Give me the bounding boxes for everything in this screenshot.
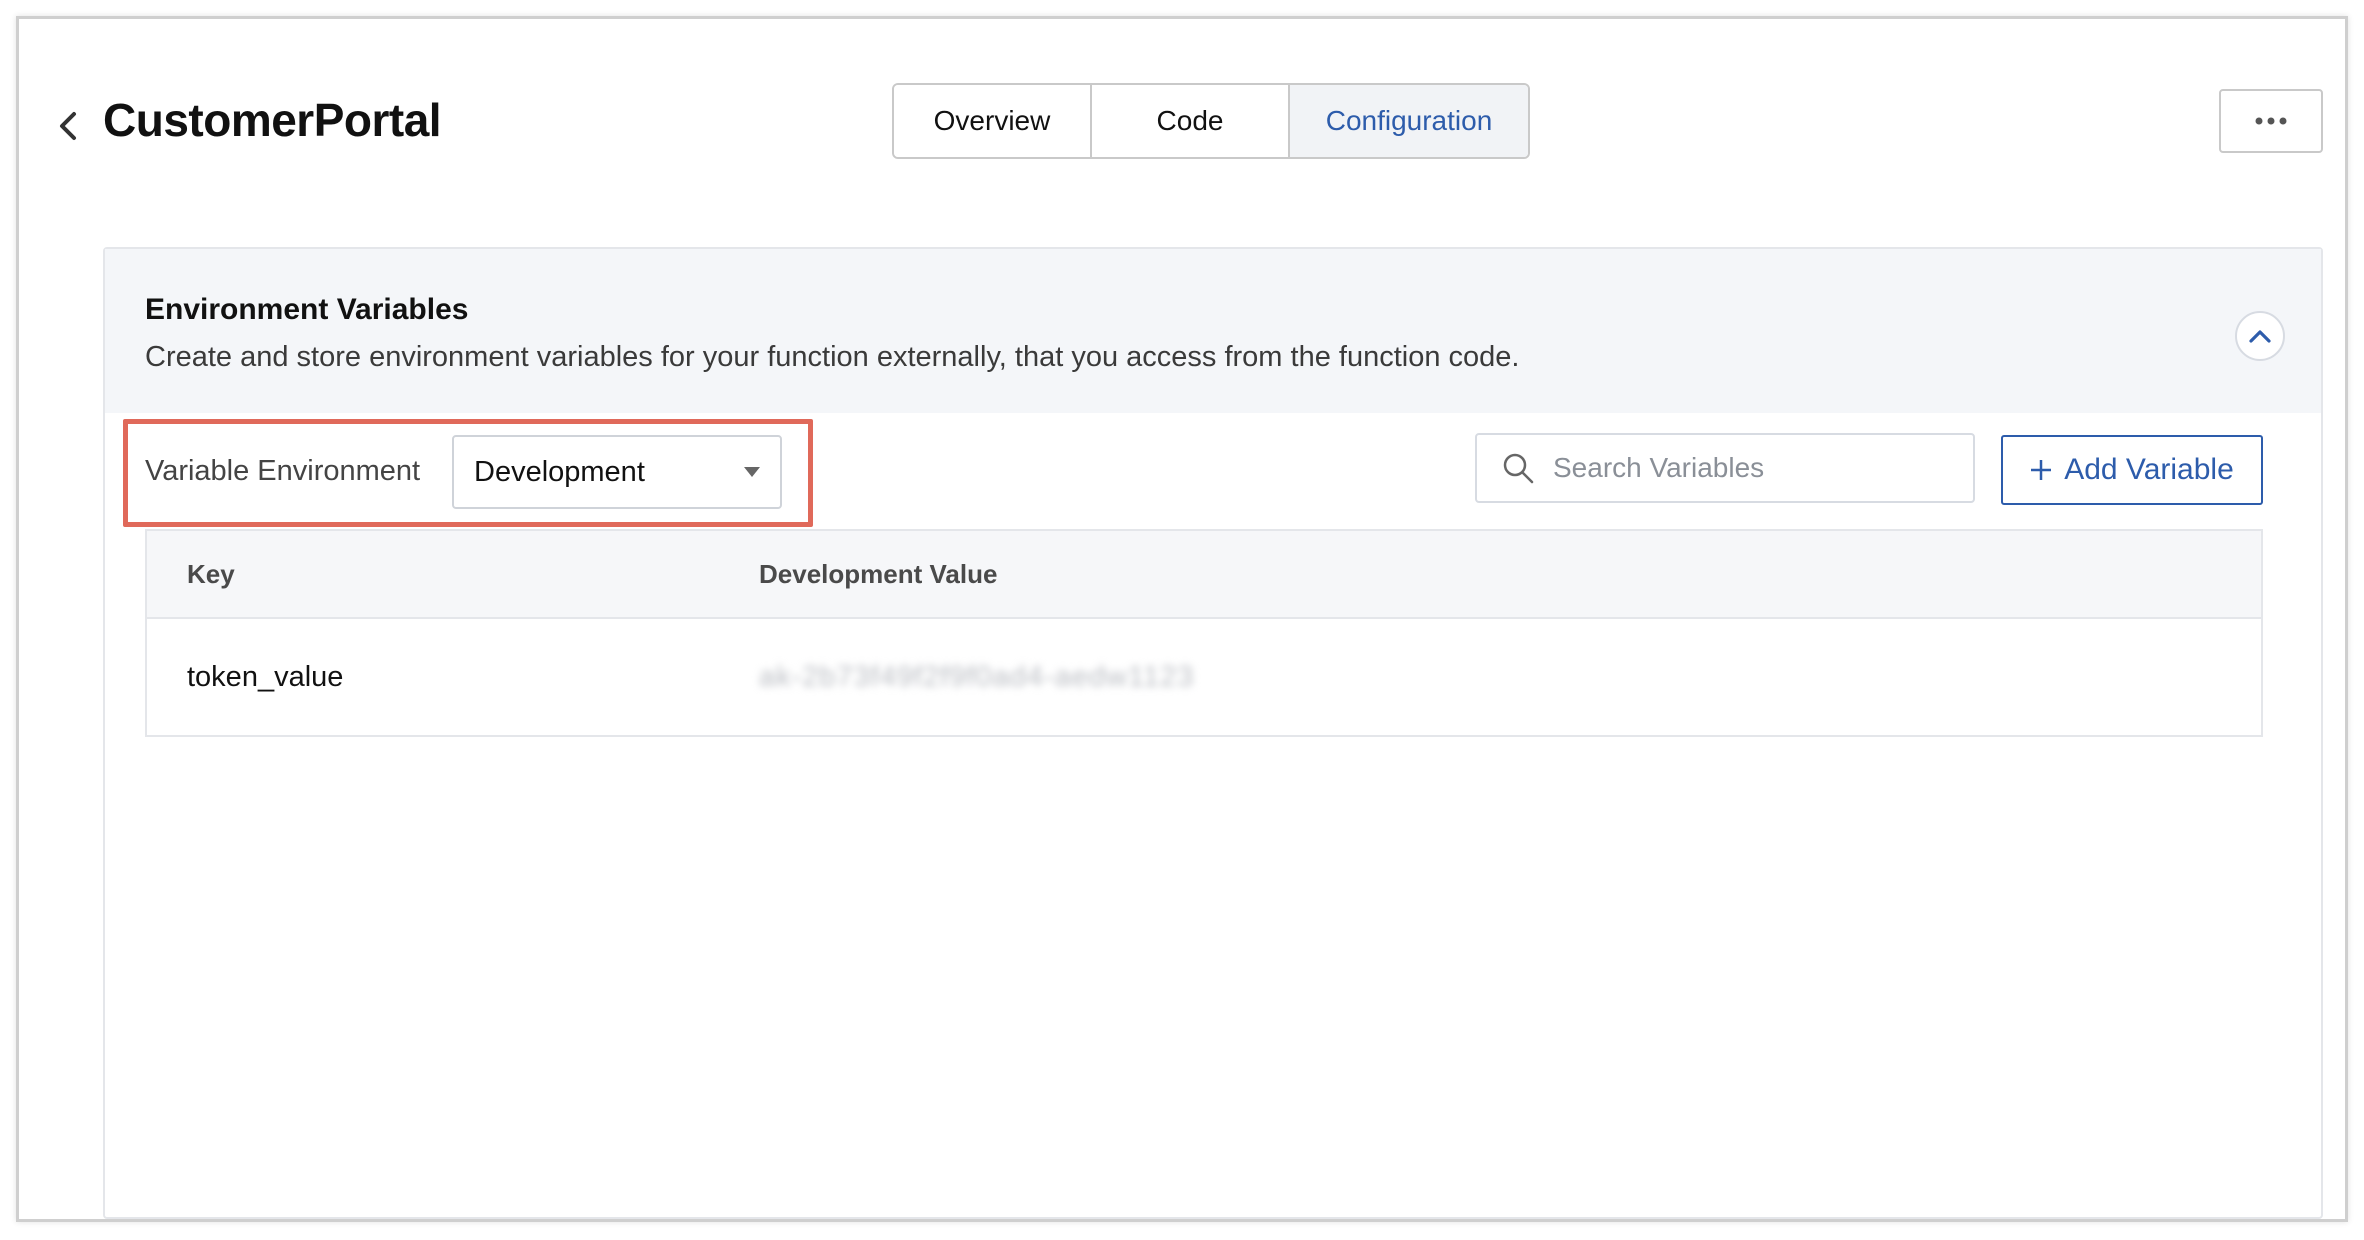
app-window: CustomerPortal Overview Code Configurati… bbox=[16, 16, 2348, 1222]
variable-key-cell: token_value bbox=[187, 660, 344, 693]
add-variable-button[interactable]: Add Variable bbox=[2001, 435, 2263, 505]
section-description: Create and store environment variables f… bbox=[145, 341, 1520, 373]
search-icon bbox=[1503, 453, 1534, 484]
more-options-button[interactable] bbox=[2219, 89, 2323, 153]
environment-dropdown[interactable]: Development bbox=[452, 435, 782, 509]
card-header: Environment Variables Create and store e… bbox=[105, 249, 2321, 413]
tab-overview[interactable]: Overview bbox=[894, 85, 1090, 157]
search-box bbox=[1475, 433, 1975, 503]
column-header-key: Key bbox=[187, 558, 235, 589]
variable-value-cell: ak-2b73f49f2f9f0ad4-aedw1123 bbox=[759, 661, 2261, 694]
section-title: Environment Variables bbox=[145, 293, 469, 326]
more-dots-icon bbox=[2255, 117, 2287, 125]
table-row[interactable]: token_value ak-2b73f49f2f9f0ad4-aedw1123 bbox=[147, 619, 2261, 735]
variable-environment-label: Variable Environment bbox=[145, 455, 421, 487]
back-chevron-icon[interactable] bbox=[55, 109, 81, 143]
add-variable-label: Add Variable bbox=[2064, 453, 2234, 486]
search-variables-input[interactable] bbox=[1553, 452, 1953, 484]
environment-variables-card: Environment Variables Create and store e… bbox=[103, 247, 2323, 1219]
blurred-value-text: ak-2b73f49f2f9f0ad4-aedw1123 bbox=[759, 660, 1195, 693]
variables-table: Key Development Value token_value ak-2b7… bbox=[145, 529, 2263, 737]
page-title: CustomerPortal bbox=[103, 94, 442, 146]
plus-icon bbox=[2031, 460, 2052, 480]
chevron-up-icon bbox=[2249, 330, 2271, 343]
tab-configuration[interactable]: Configuration bbox=[1288, 85, 1528, 157]
table-header: Key Development Value bbox=[147, 531, 2261, 619]
column-header-value: Development Value bbox=[759, 558, 998, 589]
environment-dropdown-value: Development bbox=[474, 455, 645, 488]
tab-code[interactable]: Code bbox=[1090, 85, 1288, 157]
tab-bar: Overview Code Configuration bbox=[892, 83, 1530, 159]
caret-down-icon bbox=[744, 467, 760, 477]
collapse-button[interactable] bbox=[2235, 311, 2285, 361]
